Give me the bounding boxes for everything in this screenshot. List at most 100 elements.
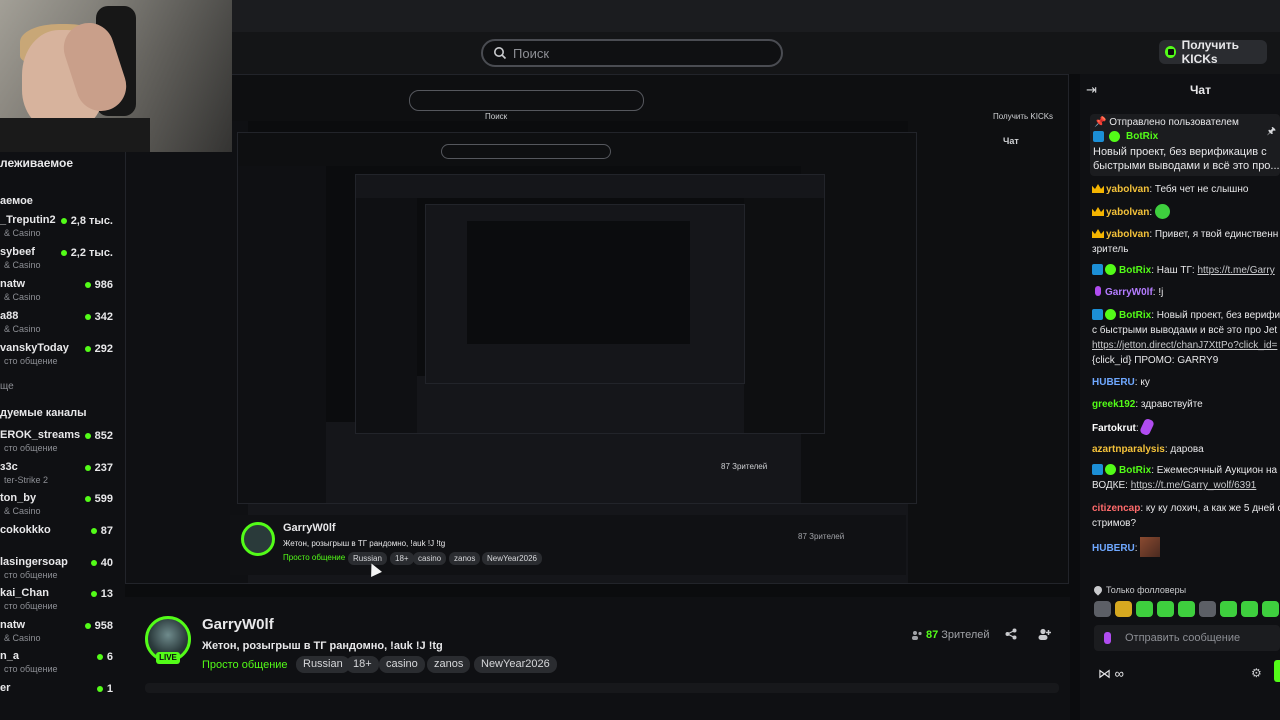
channel-category: & Casino <box>4 324 41 334</box>
pinned-message[interactable]: 📌 Отправлено пользователем 🖈 BotRix Новы… <box>1090 114 1280 176</box>
streamer-name[interactable]: GarryW0lf <box>202 616 274 633</box>
chat-text: : <box>1149 207 1153 218</box>
share-icon[interactable] <box>1005 628 1017 640</box>
stream-info: LIVE GarryW0lf Жетон, розыгрыш в ТГ ранд… <box>125 597 1070 720</box>
get-kicks-label: Получить KICKs <box>1181 38 1239 66</box>
chat-footer[interactable]: ⋈ ∞ <box>1098 666 1124 682</box>
nested-stream-title: Жетон, розыгрыш в ТГ рандомно, !auk !J !… <box>283 539 446 548</box>
followers-only-notice: Только фолловеры <box>1092 584 1186 596</box>
chat-header: ⇥ Чат <box>1080 74 1280 106</box>
live-dot-icon <box>84 496 91 502</box>
stream-tag[interactable]: NewYear2026 <box>474 656 557 673</box>
search-input[interactable]: Поиск <box>481 39 783 67</box>
pinned-text: Новый проект, без верификацив с быстрыми… <box>1093 146 1280 172</box>
gear-icon[interactable]: ⚙ <box>1251 666 1262 680</box>
sidebar-channel[interactable]: _Treputin2 & Casino 2,8 тыс. <box>0 214 125 244</box>
channel-category: & Casino <box>4 228 41 238</box>
chat-text: : здравствуйте <box>1135 399 1203 410</box>
emote-icon[interactable] <box>1115 601 1132 617</box>
sidebar-channel[interactable]: kai_Chan сто общение 13 <box>0 587 125 617</box>
chat-username[interactable]: yabolvan <box>1106 184 1149 195</box>
crown-badge-icon <box>1092 207 1104 216</box>
chat-username[interactable]: yabolvan <box>1106 229 1149 240</box>
sidebar-channel[interactable]: EROK_streams сто общение 852 <box>0 429 125 459</box>
nested-chat <box>907 120 1068 583</box>
stream-tag[interactable]: zanos <box>427 656 471 673</box>
stream-tag[interactable]: 18+ <box>346 656 379 673</box>
sidebar-channel[interactable]: n_a сто общение 6 <box>0 650 125 680</box>
pin-icon[interactable]: 🖈 <box>1267 124 1276 141</box>
chat-text: : !j <box>1152 287 1164 298</box>
emote-bar <box>1094 601 1279 617</box>
sidebar-channel[interactable]: cokokkko 87 <box>0 524 125 554</box>
viewer-count: 2,2 тыс. <box>70 247 113 259</box>
channel-name: n_a <box>0 650 19 662</box>
stream-tag[interactable]: Russian <box>296 656 350 673</box>
sidebar-channel[interactable]: ton_by & Casino 599 <box>0 492 125 522</box>
chat-username[interactable]: greek192 <box>1092 399 1135 410</box>
follow-user-icon[interactable] <box>1038 628 1051 640</box>
emote-icon[interactable] <box>1241 601 1258 617</box>
viewers-count: 87 <box>926 629 939 641</box>
sidebar-channel[interactable]: a88 & Casino 342 <box>0 310 125 340</box>
chat-username[interactable]: BotRix <box>1119 265 1151 276</box>
stream-tag[interactable]: casino <box>379 656 425 673</box>
nested-avatar <box>241 522 275 556</box>
chat-title: Чат <box>1190 83 1211 97</box>
emote-icon[interactable] <box>1220 601 1237 617</box>
chat-link[interactable]: https://t.me/Garry_wolf/6391 <box>1131 480 1257 491</box>
chat-username[interactable]: Fartokrut <box>1092 423 1136 434</box>
emote-icon <box>1139 537 1160 557</box>
chat-link[interactable]: https://jetton.direct/chanJ7XttPo?click_… <box>1092 340 1277 351</box>
viewers-label: Зрителей <box>941 629 990 641</box>
collapse-chat-icon[interactable]: ⇥ <box>1086 82 1097 98</box>
sidebar-channel[interactable]: sybeef & Casino 2,2 тыс. <box>0 246 125 276</box>
sidebar-channel[interactable]: lasingersoap сто общение 40 <box>0 556 125 586</box>
show-more-link[interactable]: ще <box>0 381 14 392</box>
viewer-counter: 87 Зрителей <box>911 629 990 641</box>
chat-username[interactable]: HUBERU <box>1092 377 1135 388</box>
emote-icon[interactable] <box>1157 601 1174 617</box>
live-badge: LIVE <box>156 652 180 664</box>
channel-category: сто общение <box>4 443 58 453</box>
chat-text: : Наш ТГ: <box>1151 265 1198 276</box>
channel-viewers: 87 <box>90 525 113 537</box>
chat-message-input[interactable]: Отправить сообщение <box>1094 625 1280 651</box>
sidebar-channel[interactable]: er 1 <box>0 682 125 712</box>
chat-text: : <box>1134 543 1138 554</box>
get-kicks-button[interactable]: Получить KICKs <box>1159 38 1267 66</box>
emote-icon[interactable] <box>1136 601 1153 617</box>
bot-badge-icon <box>1092 464 1103 475</box>
viewer-count: 599 <box>94 493 113 505</box>
chat-footer-label: ∞ <box>1114 666 1124 681</box>
chat-message-cont: {click_id} ПРОМО: GARRY9 <box>1092 355 1219 366</box>
chat-username[interactable]: BotRix <box>1119 310 1151 321</box>
nested-stream-info: GarryW0lf Жетон, розыгрыш в ТГ рандомно,… <box>230 515 906 575</box>
chat-message-cont: стримов? <box>1092 518 1137 529</box>
sidebar-channel[interactable]: natw & Casino 958 <box>0 619 125 649</box>
chat-input-placeholder: Отправить сообщение <box>1125 632 1241 644</box>
nested-tag: NewYear2026 <box>482 552 542 565</box>
emote-icon[interactable] <box>1262 601 1279 617</box>
nested-tag: casino <box>413 552 447 565</box>
stream-category[interactable]: Просто общение <box>202 659 288 671</box>
chat-username[interactable]: citizencap <box>1092 503 1140 514</box>
emote-icon[interactable] <box>1094 601 1111 617</box>
viewers-icon <box>912 631 922 640</box>
viewer-count: 958 <box>94 620 113 632</box>
chat-username[interactable]: yabolvan <box>1106 207 1149 218</box>
chat-username[interactable]: BotRix <box>1119 465 1151 476</box>
chat-username[interactable]: HUBERU <box>1092 543 1135 554</box>
chat-username[interactable]: GarryW0lf <box>1105 287 1153 298</box>
sidebar-channel[interactable]: vanskyToday сто общение 292 <box>0 342 125 372</box>
sidebar-channel[interactable]: з3c ter-Strike 2 237 <box>0 461 125 491</box>
live-dot-icon <box>84 433 91 439</box>
emote-icon[interactable] <box>1178 601 1195 617</box>
send-button[interactable] <box>1274 660 1280 682</box>
channel-viewers: 852 <box>84 430 113 442</box>
chat-text: : Новый проект, без верифи <box>1151 310 1280 321</box>
chat-username[interactable]: azartnparalysis <box>1092 444 1165 455</box>
sidebar-channel[interactable]: natw & Casino 986 <box>0 278 125 308</box>
emote-icon[interactable] <box>1199 601 1216 617</box>
chat-link[interactable]: https://t.me/Garry <box>1197 265 1274 276</box>
